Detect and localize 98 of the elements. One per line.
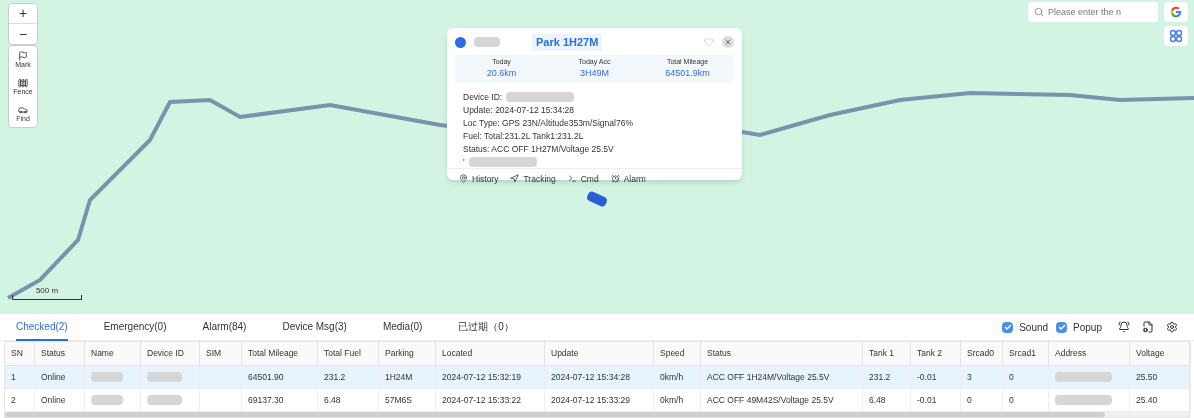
column-header: SN: [5, 342, 35, 365]
table-cell: 0: [1009, 393, 1014, 407]
stat-value: 3H49M: [580, 67, 609, 80]
column-header: Total Mileage: [242, 342, 318, 365]
fence-icon: [18, 78, 28, 88]
column-header: Srcad0: [961, 342, 1003, 365]
map-type-button[interactable]: [1164, 2, 1188, 22]
table-cell: 69137.30: [248, 393, 284, 407]
terminal-icon: [567, 174, 577, 184]
column-header: Tank 2: [911, 342, 961, 365]
column-header: Name: [85, 342, 141, 365]
table-cell: 0km/h: [660, 370, 684, 384]
blurred-text: [506, 91, 575, 102]
popup-title: Park 1H27M: [532, 34, 603, 51]
popup-action-button[interactable]: History: [459, 172, 499, 186]
g-logo-icon: [1169, 5, 1183, 19]
tab[interactable]: Checked(2): [16, 313, 68, 341]
settings-icon[interactable]: [1166, 321, 1178, 333]
column-header: Update: [545, 342, 654, 365]
table-cell: 231.2: [324, 370, 346, 384]
column-header: SIM: [200, 342, 242, 365]
table-cell: 1H24M: [385, 370, 413, 384]
stat-value: 20.6km: [486, 67, 517, 80]
table-cell: 2024-07-12 15:33:29: [551, 393, 630, 407]
table-cell: 6.48: [324, 393, 341, 407]
tab[interactable]: Alarm(84): [202, 313, 247, 341]
table-cell: -0.01: [917, 393, 937, 407]
stat-value: 64501.9km: [665, 67, 710, 80]
tab[interactable]: Device Msg(3): [282, 313, 347, 341]
close-icon: [724, 38, 732, 47]
table-cell: 0km/h: [660, 393, 684, 407]
column-header: Status: [701, 342, 863, 365]
table-cell: 25.40: [1136, 393, 1158, 407]
info-line: Fuel: Total:231.2L Tank1:231.2L: [463, 129, 585, 142]
table-cell: 64501.90: [248, 370, 284, 384]
file-icon[interactable]: [1142, 321, 1154, 333]
table-cell: Online: [41, 393, 66, 407]
table-cell: 25.50: [1136, 370, 1158, 384]
table-cell: 0: [1009, 370, 1014, 384]
tab[interactable]: Media(0): [382, 313, 423, 341]
info-line: Loc Type: GPS 23N/Altitude353m/Signal76%: [463, 116, 634, 129]
tab[interactable]: Emergency(0): [103, 313, 167, 341]
table-cell: 1: [11, 370, 16, 384]
table-cell: 57M6S: [385, 393, 412, 407]
table-row[interactable]: 1 Online 64501.90 231.2 1H24M 2024-07-12 15:32:19 2024-07-12 15:34:28 0km/h ACC OFF 1H24M/Voltage 25.5V 231.2 -0.01 3 0 25.50: [5, 366, 1189, 389]
info-line: Update: 2024-07-12 15:34:28: [463, 103, 576, 116]
table-cell: 2024-07-12 15:33:22: [442, 393, 521, 407]
column-header: Srcad1: [1003, 342, 1049, 365]
tab[interactable]: 已过期（0）: [458, 313, 514, 341]
popup-action-button[interactable]: Alarm: [610, 172, 646, 186]
bell-icon[interactable]: [1118, 321, 1130, 333]
scale-bar: [12, 295, 82, 300]
table-cell: 2: [11, 393, 16, 407]
checkbox-label: Popup: [1073, 320, 1102, 335]
checkbox-label: Sound: [1019, 320, 1049, 335]
column-header: Speed: [654, 342, 701, 365]
column-header: Device ID: [141, 342, 200, 365]
table-cell: 2024-07-12 15:34:28: [551, 370, 630, 384]
table-cell: 2024-07-12 15:32:19: [442, 370, 521, 384]
table-cell: 0: [967, 393, 972, 407]
flag-icon: [18, 51, 28, 61]
column-header: Total Fuel: [318, 342, 379, 365]
column-header: Status: [35, 342, 85, 365]
table-cell: ACC OFF 1H24M/Voltage 25.5V: [707, 370, 830, 384]
close-button[interactable]: [722, 36, 734, 49]
column-header: Voltage: [1130, 342, 1191, 365]
info-line: Status: ACC OFF 1H27M/Voltage 25.5V: [463, 142, 615, 155]
column-header: Parking: [379, 342, 436, 365]
table-row[interactable]: 2 Online 69137.30 6.48 57M6S 2024-07-12 15:33:22 2024-07-12 15:33:29 0km/h ACC OFF 49M42S/Voltage 25.5V 6.48 -0.01 0 0 25.40: [5, 389, 1189, 412]
column-header: Located: [436, 342, 545, 365]
table-cell: 6.48: [869, 393, 886, 407]
checkbox[interactable]: [1002, 321, 1014, 333]
grid-icon: [1169, 29, 1183, 43]
zoom-in-button[interactable]: +: [9, 4, 37, 24]
car-icon: [18, 105, 28, 115]
navigation-icon: [510, 174, 520, 184]
popup-action-button[interactable]: Cmd: [567, 172, 599, 186]
table-cell: Online: [41, 370, 66, 384]
table-cell: -0.01: [917, 370, 937, 384]
blurred-text: [468, 156, 537, 167]
scrollbar-thumb[interactable]: [5, 412, 1105, 417]
table-cell: 3: [967, 370, 972, 384]
search-icon: [1034, 7, 1044, 17]
alarm-clock-icon: [610, 174, 620, 184]
scale-label: 500 m: [35, 286, 59, 295]
blurred-text: [474, 37, 500, 48]
popup-action-button[interactable]: Tracking: [510, 172, 556, 186]
info-label: Device ID:: [463, 90, 503, 103]
column-header: Tank 1: [863, 342, 911, 365]
pin-icon: [459, 174, 468, 184]
column-header: Address: [1049, 342, 1130, 365]
table-cell: 231.2: [869, 370, 891, 384]
info-label: ': [463, 155, 465, 168]
zoom-out-button[interactable]: −: [9, 24, 37, 44]
table-cell: ACC OFF 49M42S/Voltage 25.5V: [707, 393, 834, 407]
search-field[interactable]: Please enter the n: [1028, 2, 1158, 22]
layers-button[interactable]: [1164, 26, 1188, 46]
checkbox[interactable]: [1056, 321, 1068, 333]
